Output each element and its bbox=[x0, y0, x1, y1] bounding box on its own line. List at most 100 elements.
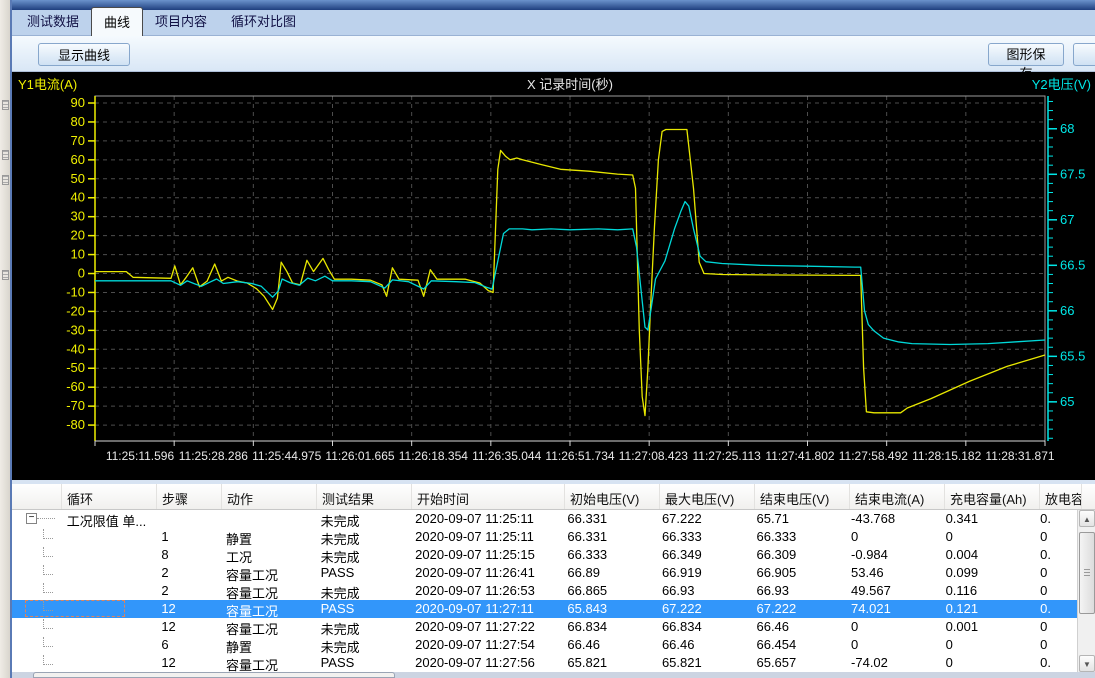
cell-chg: 0.341 bbox=[941, 510, 1036, 528]
svg-text:11:26:35.044: 11:26:35.044 bbox=[472, 449, 542, 463]
strip-mark bbox=[2, 270, 9, 280]
column-header-v0[interactable]: 初始电压(V) bbox=[565, 484, 660, 509]
cell-chg: 0.121 bbox=[941, 600, 1036, 618]
table-row[interactable]: 6静置未完成2020-09-07 11:27:5466.4666.4666.45… bbox=[12, 636, 1077, 654]
table-row[interactable]: 12容量工况PASS2020-09-07 11:27:1165.84367.22… bbox=[12, 600, 1077, 618]
svg-text:67.5: 67.5 bbox=[1060, 166, 1085, 181]
cell-action: 容量工况 bbox=[221, 618, 316, 636]
show-curve-button[interactable]: 显示曲线 bbox=[38, 43, 130, 66]
cell-start: 2020-09-07 11:26:41 bbox=[410, 564, 562, 582]
cell-tree bbox=[12, 528, 62, 546]
scrollbar-thumb[interactable] bbox=[1079, 532, 1095, 614]
tree-collapse-icon[interactable]: − bbox=[26, 513, 37, 524]
svg-text:-60: -60 bbox=[66, 379, 85, 394]
column-header-chg[interactable]: 充电容量(Ah) bbox=[945, 484, 1040, 509]
horizontal-scrollbar[interactable] bbox=[12, 672, 1095, 678]
cell-action: 容量工况 bbox=[221, 564, 316, 582]
cell-v0: 66.865 bbox=[562, 582, 657, 600]
graph-save-button[interactable]: 图形保存 bbox=[988, 43, 1064, 66]
cell-v0: 66.333 bbox=[562, 546, 657, 564]
column-header-dchg[interactable]: 放电容 bbox=[1040, 484, 1082, 509]
cell-dchg: 0. bbox=[1035, 654, 1077, 672]
cell-cycle bbox=[62, 564, 157, 582]
cell-chg: 0.099 bbox=[941, 564, 1036, 582]
scroll-up-icon[interactable]: ▲ bbox=[1079, 510, 1095, 527]
table-row[interactable]: 2容量工况PASS2020-09-07 11:26:4166.8966.9196… bbox=[12, 564, 1077, 582]
svg-text:67: 67 bbox=[1060, 212, 1074, 227]
column-header-vend[interactable]: 结束电压(V) bbox=[755, 484, 850, 509]
column-header-start[interactable]: 开始时间 bbox=[412, 484, 565, 509]
tab-project-content[interactable]: 项目内容 bbox=[143, 7, 219, 35]
cell-start: 2020-09-07 11:25:15 bbox=[410, 546, 562, 564]
cell-iend: 49.567 bbox=[846, 582, 941, 600]
tree-connector-icon bbox=[43, 655, 53, 665]
cell-vmax: 66.834 bbox=[657, 618, 752, 636]
cell-chg: 0 bbox=[941, 528, 1036, 546]
cell-vmax: 67.222 bbox=[657, 600, 752, 618]
column-header-tree[interactable] bbox=[12, 484, 62, 509]
cell-iend: -43.768 bbox=[846, 510, 941, 528]
table-row[interactable]: 12容量工况未完成2020-09-07 11:27:2266.83466.834… bbox=[12, 618, 1077, 636]
column-header-action[interactable]: 动作 bbox=[222, 484, 317, 509]
column-header-vmax[interactable]: 最大电压(V) bbox=[660, 484, 755, 509]
table-row[interactable]: 8工况未完成2020-09-07 11:25:1566.33366.34966.… bbox=[12, 546, 1077, 564]
table-row[interactable]: 2容量工况未完成2020-09-07 11:26:5366.86566.9366… bbox=[12, 582, 1077, 600]
cell-result: 未完成 bbox=[316, 582, 411, 600]
cell-step: 2 bbox=[156, 564, 221, 582]
cell-tree bbox=[12, 582, 62, 600]
partial-curve-button[interactable]: 曲 bbox=[1073, 43, 1095, 66]
cell-vend: 65.71 bbox=[751, 510, 846, 528]
svg-text:-20: -20 bbox=[66, 303, 85, 318]
cell-dchg: 0. bbox=[1035, 510, 1077, 528]
cell-cycle: 工况限值 单... bbox=[62, 510, 157, 528]
svg-text:11:28:15.182: 11:28:15.182 bbox=[912, 449, 982, 463]
cell-result: 未完成 bbox=[316, 636, 411, 654]
cell-v0: 66.331 bbox=[562, 528, 657, 546]
horizontal-scrollbar-thumb[interactable] bbox=[33, 672, 395, 678]
cell-result: 未完成 bbox=[316, 618, 411, 636]
cell-vend: 65.657 bbox=[751, 654, 846, 672]
cell-action: 静置 bbox=[221, 528, 316, 546]
cell-vend: 67.222 bbox=[751, 600, 846, 618]
strip-mark bbox=[2, 100, 9, 110]
cell-dchg: 0. bbox=[1035, 546, 1077, 564]
svg-text:11:25:11.596: 11:25:11.596 bbox=[106, 449, 175, 463]
cell-step: 12 bbox=[156, 600, 221, 618]
table-row[interactable]: −工况限值 单...未完成2020-09-07 11:25:1166.33167… bbox=[12, 510, 1077, 528]
tab-bar: 测试数据 曲线 项目内容 循环对比图 bbox=[12, 10, 1095, 36]
cell-start: 2020-09-07 11:26:53 bbox=[410, 582, 562, 600]
table-row[interactable]: 1静置未完成2020-09-07 11:25:1166.33166.33366.… bbox=[12, 528, 1077, 546]
scroll-down-icon[interactable]: ▼ bbox=[1079, 655, 1095, 672]
cell-v0: 65.821 bbox=[562, 654, 657, 672]
cell-iend: 0 bbox=[846, 636, 941, 654]
column-header-iend[interactable]: 结束电流(A) bbox=[850, 484, 945, 509]
cell-cycle bbox=[62, 636, 157, 654]
svg-text:Y1电流(A): Y1电流(A) bbox=[18, 77, 77, 92]
table-row[interactable]: 12容量工况PASS2020-09-07 11:27:5665.82165.82… bbox=[12, 654, 1077, 672]
svg-text:-30: -30 bbox=[66, 322, 85, 337]
tree-connector-icon bbox=[43, 583, 53, 593]
curve-chart: 9080706050403020100-10-20-30-40-50-60-70… bbox=[12, 72, 1095, 480]
app-window: 测试数据 曲线 项目内容 循环对比图 显示曲线 图形保存 曲 908070605… bbox=[0, 0, 1095, 678]
cell-chg: 0.004 bbox=[941, 546, 1036, 564]
cell-result: PASS bbox=[316, 600, 411, 618]
cell-vend: 66.93 bbox=[751, 582, 846, 600]
tree-connector-icon bbox=[43, 637, 53, 647]
tab-test-data[interactable]: 测试数据 bbox=[15, 7, 91, 35]
svg-text:11:26:01.665: 11:26:01.665 bbox=[325, 449, 395, 463]
svg-text:11:28:31.871: 11:28:31.871 bbox=[985, 449, 1055, 463]
cell-vend: 66.333 bbox=[751, 528, 846, 546]
cell-step: 12 bbox=[156, 618, 221, 636]
tab-curve[interactable]: 曲线 bbox=[91, 7, 143, 36]
svg-text:-50: -50 bbox=[66, 360, 85, 375]
cell-chg: 0 bbox=[941, 636, 1036, 654]
column-header-step[interactable]: 步骤 bbox=[157, 484, 222, 509]
cell-vend: 66.905 bbox=[751, 564, 846, 582]
svg-text:11:27:58.492: 11:27:58.492 bbox=[839, 449, 909, 463]
tab-cycle-compare[interactable]: 循环对比图 bbox=[219, 7, 308, 35]
column-header-cycle[interactable]: 循环 bbox=[62, 484, 157, 509]
toolbar: 显示曲线 图形保存 曲 bbox=[12, 36, 1095, 72]
column-header-result[interactable]: 测试结果 bbox=[317, 484, 412, 509]
cell-iend: 74.021 bbox=[846, 600, 941, 618]
vertical-scrollbar[interactable]: ▲ ▼ bbox=[1077, 510, 1095, 672]
